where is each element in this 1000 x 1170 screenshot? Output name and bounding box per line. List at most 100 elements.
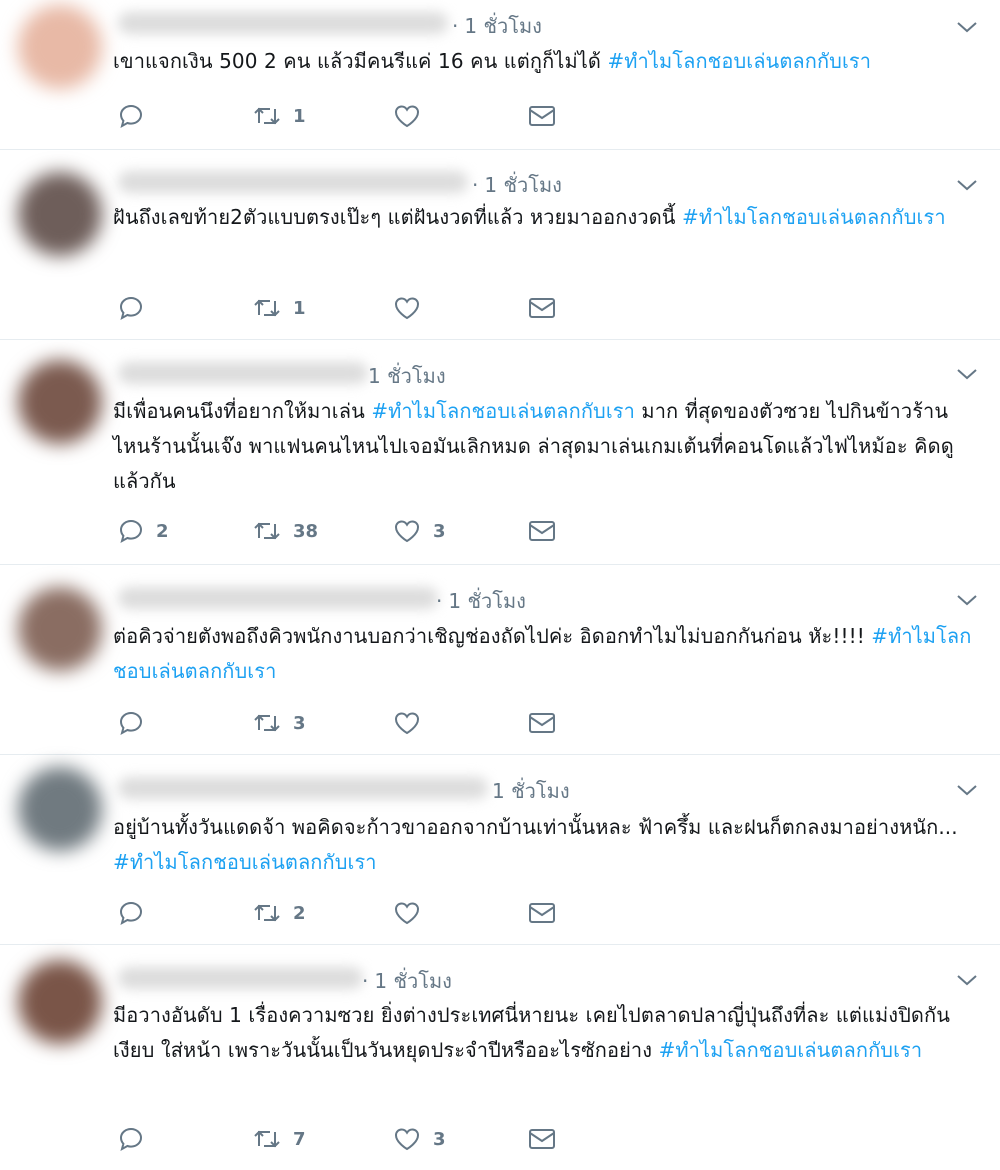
tweet-text: ฝันถึงเลขท้าย2ตัวแบบตรงเป๊ะๆ แต่ฝันงวดที…: [113, 205, 946, 229]
dm-icon: [529, 521, 555, 541]
retweet-icon: [254, 904, 280, 922]
hashtag-link[interactable]: #ทำไมโลกชอบเล่นตลกกับเรา: [607, 49, 871, 73]
reply-icon: [119, 519, 143, 544]
dm-button[interactable]: [528, 1124, 556, 1154]
tweet-text: มีเพื่อนคนนึงที่อยากให้มาเล่น #ทำไมโลกชอ…: [113, 399, 954, 493]
dm-button[interactable]: [528, 293, 556, 323]
retweet-icon: [254, 522, 280, 540]
reply-count: 2: [156, 520, 169, 542]
reply-button[interactable]: [118, 1124, 156, 1154]
hashtag-link[interactable]: #ทำไมโลกชอบเล่นตลกกับเรา: [113, 850, 377, 874]
author-name-redacted: [118, 777, 488, 799]
retweet-button[interactable]: 3: [253, 708, 306, 738]
retweet-button[interactable]: 1: [253, 101, 306, 131]
tweet-time[interactable]: 1 ชั่วโมง: [362, 360, 446, 392]
retweet-icon: [254, 107, 280, 125]
chevron-down-icon[interactable]: [956, 20, 978, 34]
like-button[interactable]: [393, 708, 433, 738]
tweet-time[interactable]: 1 ชั่วโมง: [492, 775, 570, 807]
retweet-count: 2: [293, 902, 306, 924]
tweet-actions: 7 3: [113, 1124, 573, 1154]
chevron-down-icon[interactable]: [956, 973, 978, 987]
tweet-actions: 3: [113, 708, 573, 738]
chevron-down-icon[interactable]: [956, 367, 978, 381]
tweet[interactable]: 1 ชั่วโมง มีเพื่อนคนนึงที่อยากให้มาเล่น …: [0, 340, 1000, 565]
dm-button[interactable]: [528, 516, 556, 546]
tweet-text: ต่อคิวจ่ายตังพอถึงคิวพนักงานบอกว่าเชิญช่…: [113, 624, 972, 683]
reply-button[interactable]: [118, 293, 156, 323]
tweet-actions: 1: [113, 293, 573, 323]
tweet-time[interactable]: · 1 ชั่วโมง: [436, 585, 526, 617]
retweet-button[interactable]: 38: [253, 516, 318, 546]
author-name-redacted: [118, 362, 368, 384]
like-icon: [394, 1128, 420, 1151]
retweet-button[interactable]: 1: [253, 293, 306, 323]
retweet-icon: [254, 299, 280, 317]
tweet-actions: 1: [113, 101, 573, 131]
avatar[interactable]: [18, 5, 102, 89]
retweet-icon: [254, 714, 280, 732]
dm-icon: [529, 1129, 555, 1149]
like-button[interactable]: [393, 898, 433, 928]
dm-button[interactable]: [528, 101, 556, 131]
reply-button[interactable]: [118, 898, 156, 928]
like-icon: [394, 297, 420, 320]
retweet-count: 3: [293, 712, 306, 734]
retweet-count: 1: [293, 297, 306, 319]
avatar[interactable]: [18, 360, 102, 444]
tweet-time[interactable]: · 1 ชั่วโมง: [472, 169, 562, 201]
like-button[interactable]: [393, 101, 433, 131]
tweet-text: มีอวางอันดับ 1 เรื่องความซวย ยิ่งต่างประ…: [113, 1003, 950, 1062]
hashtag-link[interactable]: #ทำไมโลกชอบเล่นตลกกับเรา: [371, 399, 635, 423]
like-button[interactable]: 3: [393, 1124, 446, 1154]
retweet-count: 1: [293, 105, 306, 127]
tweet-feed: · 1 ชั่วโมง เขาแจกเงิน 500 2 คน แล้วมีคนร…: [0, 0, 1000, 1170]
tweet-text: อยู่บ้านทั้งวันแดดจ้า พอคิดจะก้าวขาออกจา…: [113, 815, 958, 874]
chevron-down-icon[interactable]: [956, 178, 978, 192]
reply-button[interactable]: [118, 101, 156, 131]
reply-icon: [119, 296, 143, 321]
like-count: 3: [433, 520, 446, 542]
author-name-redacted: [118, 967, 363, 989]
retweet-icon: [254, 1130, 280, 1148]
avatar[interactable]: [18, 767, 102, 851]
avatar[interactable]: [18, 960, 102, 1044]
avatar[interactable]: [18, 587, 102, 671]
like-icon: [394, 902, 420, 925]
dm-icon: [529, 106, 555, 126]
like-icon: [394, 712, 420, 735]
reply-icon: [119, 104, 143, 129]
tweet[interactable]: · 1 ชั่วโมง ต่อคิวจ่ายตังพอถึงคิวพนักงานบ…: [0, 565, 1000, 755]
dm-icon: [529, 713, 555, 733]
dm-button[interactable]: [528, 898, 556, 928]
like-icon: [394, 105, 420, 128]
chevron-down-icon[interactable]: [956, 593, 978, 607]
tweet-actions: 2: [113, 898, 573, 928]
tweet[interactable]: · 1 ชั่วโมง เขาแจกเงิน 500 2 คน แล้วมีคนร…: [0, 0, 1000, 150]
like-icon: [394, 520, 420, 543]
dm-icon: [529, 298, 555, 318]
hashtag-link[interactable]: #ทำไมโลกชอบเล่นตลกกับเรา: [682, 205, 946, 229]
tweet[interactable]: 1 ชั่วโมง อยู่บ้านทั้งวันแดดจ้า พอคิดจะก…: [0, 755, 1000, 945]
retweet-button[interactable]: 2: [253, 898, 306, 928]
like-count: 3: [433, 1128, 446, 1150]
author-name-redacted: [118, 171, 468, 193]
dm-icon: [529, 903, 555, 923]
retweet-count: 7: [293, 1128, 306, 1150]
tweet-time[interactable]: · 1 ชั่วโมง: [452, 10, 542, 42]
retweet-count: 38: [293, 520, 319, 542]
chevron-down-icon[interactable]: [956, 783, 978, 797]
hashtag-link[interactable]: #ทำไมโลกชอบเล่นตลกกับเรา: [659, 1038, 923, 1062]
tweet-text: เขาแจกเงิน 500 2 คน แล้วมีคนรีแค่ 16 คน …: [113, 49, 872, 73]
reply-button[interactable]: [118, 708, 156, 738]
retweet-button[interactable]: 7: [253, 1124, 306, 1154]
reply-button[interactable]: 2: [118, 516, 169, 546]
dm-button[interactable]: [528, 708, 556, 738]
like-button[interactable]: 3: [393, 516, 446, 546]
avatar[interactable]: [18, 172, 102, 256]
author-name-redacted: [118, 587, 438, 609]
tweet[interactable]: · 1 ชั่วโมง มีอวางอันดับ 1 เรื่องความซวย …: [0, 945, 1000, 1170]
tweet-time[interactable]: · 1 ชั่วโมง: [362, 965, 452, 997]
tweet[interactable]: · 1 ชั่วโมง ฝันถึงเลขท้าย2ตัวแบบตรงเป๊ะๆ …: [0, 150, 1000, 340]
like-button[interactable]: [393, 293, 433, 323]
